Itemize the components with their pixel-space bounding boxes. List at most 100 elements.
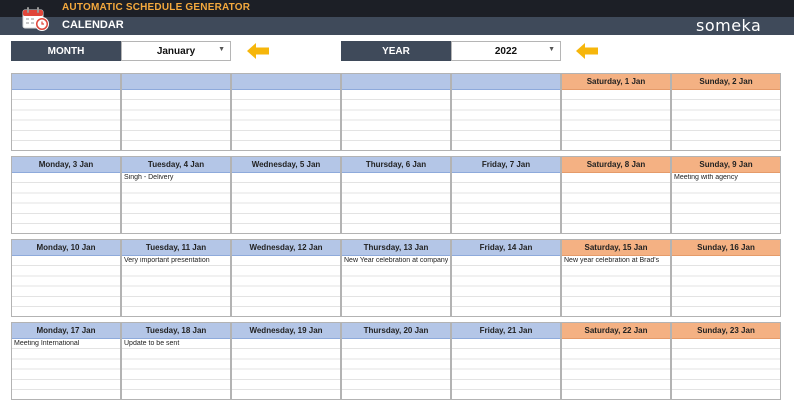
day-notes[interactable]	[342, 90, 450, 150]
day-notes[interactable]	[122, 90, 230, 150]
day-notes[interactable]	[232, 339, 340, 399]
app-header: AUTOMATIC SCHEDULE GENERATOR CALENDAR so…	[0, 0, 794, 35]
day-notes[interactable]	[342, 173, 450, 233]
day-cell[interactable]: Monday, 17 Jan Meeting International	[11, 322, 121, 400]
day-cell[interactable]: Saturday, 15 Jan New year celebration at …	[561, 239, 671, 317]
event-text[interactable]: Meeting International	[14, 340, 118, 347]
day-header: Wednesday, 12 Jan	[232, 240, 340, 256]
day-header	[452, 74, 560, 90]
day-notes[interactable]	[562, 173, 670, 233]
day-cell[interactable]	[121, 73, 231, 151]
day-cell[interactable]	[231, 73, 341, 151]
day-notes[interactable]	[672, 90, 780, 150]
day-notes[interactable]: Meeting International	[12, 339, 120, 399]
event-text[interactable]: New year celebration at Brad's	[564, 257, 668, 264]
day-header: Sunday, 9 Jan	[672, 157, 780, 173]
day-header: Saturday, 22 Jan	[562, 323, 670, 339]
calendar-clock-icon	[22, 7, 49, 31]
day-notes[interactable]	[12, 256, 120, 316]
day-notes[interactable]	[232, 173, 340, 233]
day-notes[interactable]	[672, 339, 780, 399]
day-notes[interactable]	[342, 339, 450, 399]
day-cell[interactable]: Tuesday, 11 Jan Very important presentati…	[121, 239, 231, 317]
day-notes[interactable]: Singh - Delivery	[122, 173, 230, 233]
chevron-down-icon[interactable]: ▼	[218, 46, 225, 53]
day-notes[interactable]: Meeting with agency	[672, 173, 780, 233]
day-notes[interactable]: Update to be sent	[122, 339, 230, 399]
day-notes[interactable]	[452, 256, 560, 316]
day-cell[interactable]	[451, 73, 561, 151]
event-text[interactable]: Update to be sent	[124, 340, 228, 347]
day-cell[interactable]: Saturday, 22 Jan	[561, 322, 671, 400]
chevron-down-icon[interactable]: ▼	[548, 46, 555, 53]
day-notes[interactable]: New Year celebration at company	[342, 256, 450, 316]
day-notes[interactable]	[672, 256, 780, 316]
day-cell[interactable]: Tuesday, 18 Jan Update to be sent	[121, 322, 231, 400]
day-cell[interactable]: Wednesday, 5 Jan	[231, 156, 341, 234]
day-header: Thursday, 13 Jan	[342, 240, 450, 256]
year-value: 2022	[494, 45, 518, 57]
day-cell[interactable]: Sunday, 16 Jan	[671, 239, 781, 317]
page-title: CALENDAR	[62, 19, 124, 31]
arrow-left-icon[interactable]	[576, 43, 598, 59]
day-notes[interactable]	[232, 256, 340, 316]
event-text[interactable]: Singh - Delivery	[124, 174, 228, 181]
day-header	[122, 74, 230, 90]
day-cell[interactable]: Wednesday, 12 Jan	[231, 239, 341, 317]
year-select[interactable]: 2022 ▼	[451, 41, 561, 61]
day-notes[interactable]	[562, 90, 670, 150]
day-notes[interactable]: New year celebration at Brad's	[562, 256, 670, 316]
day-cell[interactable]: Sunday, 2 Jan	[671, 73, 781, 151]
day-notes[interactable]	[452, 90, 560, 150]
day-cell[interactable]: Thursday, 13 Jan New Year celebration at …	[341, 239, 451, 317]
day-cell[interactable]: Thursday, 20 Jan	[341, 322, 451, 400]
month-select[interactable]: January ▼	[121, 41, 231, 61]
day-cell[interactable]: Monday, 3 Jan	[11, 156, 121, 234]
day-header: Monday, 3 Jan	[12, 157, 120, 173]
day-cell[interactable]: Wednesday, 19 Jan	[231, 322, 341, 400]
day-cell[interactable]: Monday, 10 Jan	[11, 239, 121, 317]
calendar-week: Saturday, 1 Jan Sunday, 2 Jan	[11, 73, 783, 151]
day-header: Sunday, 2 Jan	[672, 74, 780, 90]
day-notes[interactable]	[12, 173, 120, 233]
day-cell[interactable]	[11, 73, 121, 151]
someka-logo: someka	[696, 16, 762, 35]
day-header: Sunday, 16 Jan	[672, 240, 780, 256]
day-cell[interactable]: Sunday, 23 Jan	[671, 322, 781, 400]
day-header: Wednesday, 19 Jan	[232, 323, 340, 339]
day-header: Thursday, 6 Jan	[342, 157, 450, 173]
day-notes[interactable]	[12, 90, 120, 150]
day-notes[interactable]: Very important presentation	[122, 256, 230, 316]
day-cell[interactable]: Friday, 7 Jan	[451, 156, 561, 234]
day-header: Tuesday, 18 Jan	[122, 323, 230, 339]
day-header: Wednesday, 5 Jan	[232, 157, 340, 173]
day-cell[interactable]: Thursday, 6 Jan	[341, 156, 451, 234]
day-header: Saturday, 8 Jan	[562, 157, 670, 173]
arrow-left-icon[interactable]	[247, 43, 269, 59]
event-text[interactable]: New Year celebration at company	[344, 257, 448, 264]
calendar-week: Monday, 10 Jan Tuesday, 11 Jan Very import…	[11, 239, 783, 317]
day-cell[interactable]: Friday, 21 Jan	[451, 322, 561, 400]
calendar-week: Monday, 17 Jan Meeting International Tuesd…	[11, 322, 783, 400]
event-text[interactable]: Very important presentation	[124, 257, 228, 264]
day-notes[interactable]	[232, 90, 340, 150]
event-text[interactable]: Meeting with agency	[674, 174, 778, 181]
day-notes[interactable]	[562, 339, 670, 399]
month-value: January	[156, 45, 196, 57]
day-cell[interactable]: Saturday, 1 Jan	[561, 73, 671, 151]
day-header: Saturday, 15 Jan	[562, 240, 670, 256]
day-cell[interactable]: Friday, 14 Jan	[451, 239, 561, 317]
day-notes[interactable]	[452, 339, 560, 399]
app-title: AUTOMATIC SCHEDULE GENERATOR	[62, 2, 251, 13]
day-header	[342, 74, 450, 90]
day-header	[232, 74, 340, 90]
day-header: Thursday, 20 Jan	[342, 323, 450, 339]
day-cell[interactable]: Saturday, 8 Jan	[561, 156, 671, 234]
day-header	[12, 74, 120, 90]
day-header: Friday, 21 Jan	[452, 323, 560, 339]
day-cell[interactable]	[341, 73, 451, 151]
day-notes[interactable]	[452, 173, 560, 233]
day-header: Friday, 14 Jan	[452, 240, 560, 256]
day-cell[interactable]: Sunday, 9 Jan Meeting with agency	[671, 156, 781, 234]
day-cell[interactable]: Tuesday, 4 Jan Singh - Delivery	[121, 156, 231, 234]
